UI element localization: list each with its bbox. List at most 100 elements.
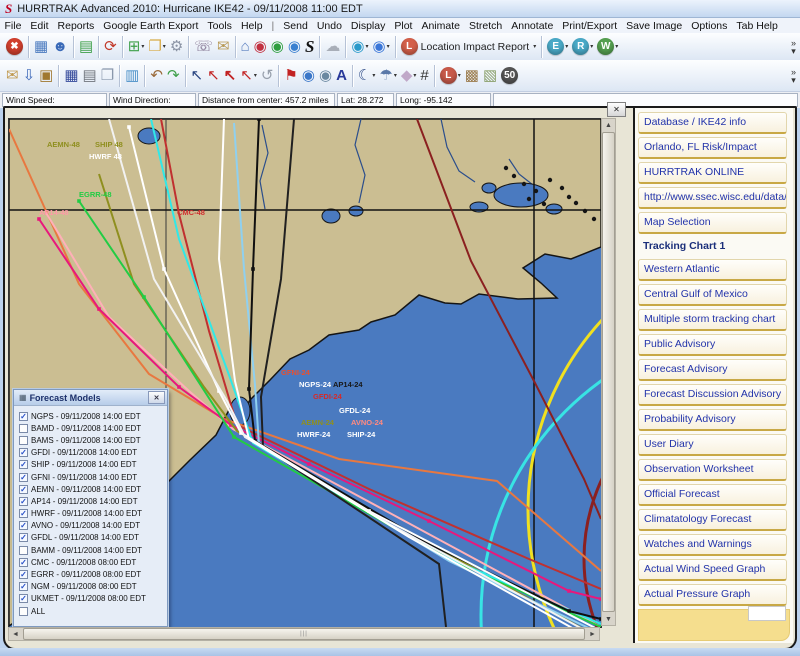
map-close-button[interactable]: ✕ (607, 102, 626, 117)
menu-item-annotate[interactable]: Annotate (507, 20, 558, 32)
map-vertical-scrollbar[interactable]: ▲ ▼ (601, 118, 616, 626)
location-impact-report-button[interactable]: LLocation Impact Report▾ (399, 35, 539, 59)
track-arrow-red-alt-button[interactable]: ↖▾ (238, 64, 259, 88)
rain-cloud-button[interactable]: ☁ (323, 35, 342, 59)
sidebar-item-multiple-storm-tracking-chart[interactable]: Multiple storm tracking chart (638, 309, 787, 331)
sidebar-item-user-diary[interactable]: User Diary (638, 434, 787, 456)
report-window-button[interactable]: ▤ (77, 35, 95, 59)
scroll-up-button[interactable]: ▲ (602, 119, 615, 131)
sidebar-item-western-atlantic[interactable]: Western Atlantic (638, 259, 787, 281)
redo-button[interactable]: ↷ (165, 64, 182, 88)
mail-export-button[interactable]: ✉ (4, 64, 21, 88)
sidebar-item-watches-and-warnings[interactable]: Watches and Warnings (638, 534, 787, 556)
menu-item-tools[interactable]: Tools (203, 20, 237, 32)
sidebar-item-official-forecast[interactable]: Official Forecast (638, 484, 787, 506)
toolbar-overflow-button[interactable]: »▾ (791, 39, 800, 55)
track-arrow-red-button[interactable]: ↖ (205, 64, 222, 88)
scroll-left-button[interactable]: ◄ (9, 628, 22, 640)
menu-item-edit[interactable]: Edit (26, 20, 53, 32)
tracking-chart-map[interactable]: AEMN-48SHIP 48HWRF 48AP14-48EGRR-48CMC-4… (8, 118, 602, 628)
e-report-button[interactable]: E▾ (545, 35, 570, 59)
google-earth-kml-button[interactable]: ◉▾ (371, 35, 392, 59)
model-checkbox-egrr[interactable]: ✓ (19, 570, 28, 579)
model-checkbox-bams[interactable] (19, 436, 28, 445)
menu-item-reports[interactable]: Reports (53, 20, 99, 32)
globe-capitol-button[interactable]: ◉ (317, 64, 334, 88)
menu-item-undo[interactable]: Undo (312, 20, 346, 32)
model-checkbox-gfdi[interactable]: ✓ (19, 448, 28, 457)
model-checkbox-gfdl[interactable]: ✓ (19, 533, 28, 542)
replay-track-button[interactable]: ↺ (259, 64, 276, 88)
toolbar-overflow-button[interactable]: »▾ (791, 68, 800, 84)
sidebar-item-forecast-advisory[interactable]: Forecast Advisory (638, 359, 787, 381)
globe-weather-button[interactable]: ◉▾ (349, 35, 370, 59)
close-button[interactable]: ✖ (4, 35, 25, 59)
user-profile-button[interactable]: ☻ (50, 35, 70, 59)
globe-track-button[interactable]: ◉ (300, 64, 317, 88)
sidebar-item-database-ike42-info[interactable]: Database / IKE42 info (638, 112, 787, 134)
menu-item-tab-help[interactable]: Tab Help (732, 20, 782, 32)
archive-tray-button[interactable]: ▣ (37, 64, 55, 88)
home-image-button[interactable]: ⌂ (239, 35, 252, 59)
refresh-data-button[interactable]: ⟳ (102, 35, 119, 59)
globe-green-button[interactable]: ◉ (269, 35, 286, 59)
menu-item-send[interactable]: Send (279, 20, 313, 32)
model-checkbox-gfni[interactable]: ✓ (19, 473, 28, 482)
hurricane-symbol-button[interactable]: S (303, 35, 316, 59)
forecast-models-titlebar[interactable]: ▦ Forecast Models ✕ (14, 390, 167, 406)
model-checkbox-all[interactable] (19, 607, 28, 616)
sidebar-item-observation-worksheet[interactable]: Observation Worksheet (638, 459, 787, 481)
menu-item-google-earth-export[interactable]: Google Earth Export (99, 20, 203, 32)
model-checkbox-ukmet[interactable]: ✓ (19, 594, 28, 603)
menu-item-options[interactable]: Options (687, 20, 732, 32)
r-report-button[interactable]: R▾ (570, 35, 595, 59)
fax-report-button[interactable]: ☏ (192, 35, 215, 59)
milestone-diamond-button[interactable]: ◆▾ (399, 64, 419, 88)
location-l-button[interactable]: L▾ (438, 64, 463, 88)
sidebar-item-probability-advisory[interactable]: Probability Advisory (638, 409, 787, 431)
google-earth-image-button[interactable]: ▥ (123, 64, 141, 88)
send-mail-button[interactable]: ✉ (215, 35, 232, 59)
sidebar-item-orlando-fl-risk-impact[interactable]: Orlando, FL Risk/Impact (638, 137, 787, 159)
horizontal-scroll-thumb[interactable]: ||| (23, 628, 585, 640)
menu-item-help[interactable]: Help (236, 20, 267, 32)
menu-item-display[interactable]: Display (346, 20, 389, 32)
grid-numbers-button[interactable]: # (418, 64, 430, 88)
sidebar-item-actual-wind-speed-graph[interactable]: Actual Wind Speed Graph (638, 559, 787, 581)
noaa-site-button[interactable]: ◉ (252, 35, 269, 59)
menu-item-print-export[interactable]: Print/Export (558, 20, 622, 32)
open-folder-button[interactable]: ❐▾ (146, 35, 167, 59)
model-checkbox-hwrf[interactable]: ✓ (19, 509, 28, 518)
sidebar-item-http-www-ssec-wisc-edu-data-g8-lat[interactable]: http://www.ssec.wisc.edu/data/g8/lat (638, 187, 787, 209)
process-gear-button[interactable]: ⚙ (168, 35, 185, 59)
model-checkbox-avno[interactable]: ✓ (19, 521, 28, 530)
model-checkbox-ship[interactable]: ✓ (19, 460, 28, 469)
model-checkbox-bamd[interactable] (19, 424, 28, 433)
model-checkbox-ngm[interactable]: ✓ (19, 582, 28, 591)
sidebar-item-forecast-discussion-advisory[interactable]: Forecast Discussion Advisory (638, 384, 787, 406)
w-report-button[interactable]: W▾ (595, 35, 620, 59)
vertical-scroll-thumb[interactable] (602, 132, 615, 612)
menu-item-file[interactable]: File (0, 20, 26, 32)
track-arrow-blue-button[interactable]: ↖ (189, 64, 206, 88)
import-tray-button[interactable]: ⇩ (21, 64, 38, 88)
menu-item-stretch[interactable]: Stretch (464, 20, 506, 32)
model-checkbox-aemn[interactable]: ✓ (19, 485, 28, 494)
sidebar-item-actual-pressure-graph[interactable]: Actual Pressure Graph (638, 584, 787, 606)
track-arrow-red-bold-button[interactable]: ↖ (222, 64, 239, 88)
menu-item-plot[interactable]: Plot (390, 20, 417, 32)
app-settings-button[interactable]: ▦ (32, 35, 50, 59)
sidebar-item-central-gulf-of-mexico[interactable]: Central Gulf of Mexico (638, 284, 787, 306)
sidebar-item-climatatology-forecast[interactable]: Climatatology Forecast (638, 509, 787, 531)
menu-item-animate[interactable]: Animate (417, 20, 465, 32)
panel-close-button[interactable]: ✕ (148, 391, 165, 404)
scroll-down-button[interactable]: ▼ (602, 613, 615, 625)
menu-item-save-image[interactable]: Save Image (622, 20, 687, 32)
model-checkbox-bamm[interactable] (19, 546, 28, 555)
copy-button[interactable]: ❐ (99, 64, 116, 88)
state-map-button[interactable]: ▧ (481, 64, 499, 88)
chart-add-button[interactable]: ⊞▾ (126, 35, 147, 59)
sidebar-item-hurrtrak-online[interactable]: HURRTRAK ONLINE (638, 162, 787, 184)
sidebar-item-public-advisory[interactable]: Public Advisory (638, 334, 787, 356)
hurricane-flag-button[interactable]: ⚑ (282, 64, 299, 88)
